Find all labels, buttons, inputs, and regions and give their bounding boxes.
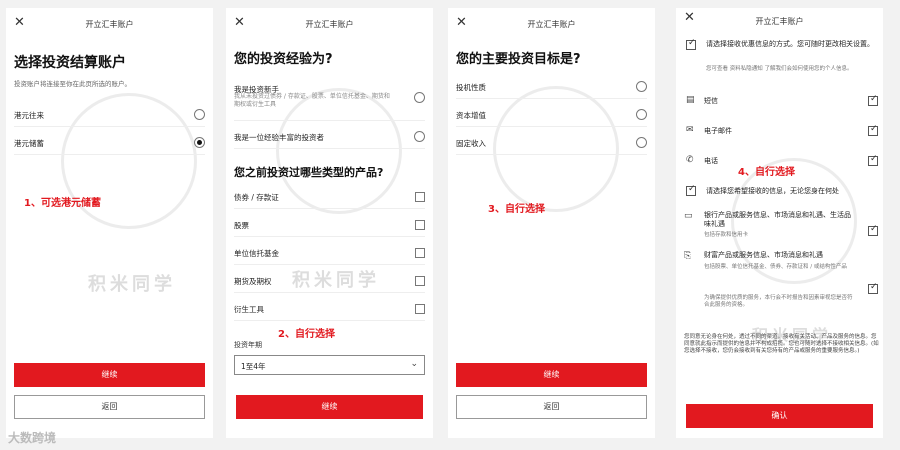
- page-title: 您的投资经验为?: [234, 52, 333, 67]
- panel-header: ✕ 开立汇丰账户: [226, 8, 433, 38]
- option-label: 港元储蓄: [14, 139, 44, 148]
- header-title: 开立汇丰账户: [527, 20, 576, 29]
- bank-icon: ▭: [684, 211, 693, 221]
- privacy-note: 您可查看 资料私隐通知 了解我们会如何使用您的个人信息。: [706, 66, 853, 72]
- checkbox[interactable]: [415, 276, 425, 286]
- channel-label: 电子邮件: [704, 127, 732, 135]
- product-derivatives[interactable]: 衍生工具: [234, 298, 425, 321]
- checkbox-receive-offers[interactable]: [686, 38, 696, 50]
- years-select[interactable]: 1至4年 ⌄: [234, 355, 425, 375]
- info-scope-label: 请选择您希望接收的信息，无论您身在何处: [706, 187, 839, 195]
- product-label: 衍生工具: [234, 305, 264, 314]
- back-button[interactable]: 返回: [456, 395, 647, 419]
- section-title: 您之前投资过哪些类型的产品?: [234, 166, 384, 179]
- option-hkd-savings[interactable]: 港元储蓄: [14, 132, 205, 155]
- radio-button[interactable]: [414, 131, 425, 142]
- checkbox[interactable]: [415, 220, 425, 230]
- option-label: 港元往来: [14, 111, 44, 120]
- eligibility-note: 为确保提供优质的服务，本行会不时报告和因素审视您是否符合此服务的资格。: [704, 295, 853, 308]
- back-button[interactable]: 返回: [14, 395, 205, 419]
- goal-label: 固定收入: [456, 139, 486, 148]
- header-title: 开立汇丰账户: [755, 17, 804, 26]
- product-unit-trusts[interactable]: 单位信托基金: [234, 242, 425, 265]
- panel-header: ✕ 开立汇丰账户: [448, 8, 655, 38]
- radio-button-selected[interactable]: [194, 137, 205, 148]
- radio-button[interactable]: [636, 81, 647, 92]
- confirm-button[interactable]: 确认: [686, 404, 873, 428]
- channel-label: 短信: [704, 97, 718, 105]
- radio-button[interactable]: [414, 92, 425, 103]
- product-futures[interactable]: 期货及期权: [234, 270, 425, 293]
- category-detail: 包括股票、单位信托基金、债券、存款证和 / 或结构性产品: [704, 264, 847, 270]
- option-description: 我从未投资过债券 / 存款证、股票、单位信托基金、期货和期权或衍生工具: [234, 93, 390, 108]
- watermark-text: 积米同学: [88, 274, 176, 295]
- page-subtitle: 投资账户将连接至你在此页所选的账户。: [14, 80, 131, 88]
- option-label: 我是一位经验丰富的投资者: [234, 133, 324, 142]
- email-icon: ✉: [686, 125, 694, 135]
- goal-label: 资本增值: [456, 111, 486, 120]
- panel-investment-experience: ✕ 开立汇丰账户 积米同学 您的投资经验为? 我是投资新手 我从未投资过债券 /…: [226, 8, 433, 438]
- checkbox-info-scope[interactable]: [686, 184, 696, 196]
- panel-investment-goal: ✕ 开立汇丰账户 您的主要投资目标是? 投机性质 资本增值 固定收入 3、自行选…: [448, 8, 655, 438]
- checkbox-banking-products[interactable]: [868, 224, 878, 236]
- chevron-down-icon: ⌄: [410, 359, 418, 369]
- checkbox[interactable]: [415, 304, 425, 314]
- product-label: 债券 / 存款证: [234, 193, 279, 202]
- header-title: 开立汇丰账户: [85, 20, 134, 29]
- panel-header: ✕ 开立汇丰账户: [6, 8, 213, 38]
- checkbox-wealth-products[interactable]: [868, 282, 878, 294]
- goal-capital-growth[interactable]: 资本增值: [456, 104, 647, 127]
- product-bonds[interactable]: 债券 / 存款证: [234, 186, 425, 209]
- select-value: 1至4年: [241, 362, 266, 371]
- years-label: 投资年期: [234, 341, 262, 349]
- goal-fixed-income[interactable]: 固定收入: [456, 132, 647, 155]
- category-title: 财富产品或服务信息、市场消息和礼遇: [704, 251, 823, 259]
- category-detail: 包括存款和信用卡: [704, 232, 749, 238]
- option-hkd-current[interactable]: 港元往来: [14, 104, 205, 127]
- page-title: 您的主要投资目标是?: [456, 52, 581, 67]
- experience-option-novice[interactable]: 我是投资新手 我从未投资过债券 / 存款证、股票、单位信托基金、期货和期权或衍生…: [234, 78, 425, 121]
- checkbox-sms[interactable]: [868, 94, 878, 106]
- checkbox[interactable]: [415, 192, 425, 202]
- brand-watermark: 大数跨境: [8, 431, 57, 445]
- continue-button[interactable]: 继续: [456, 363, 647, 387]
- wealth-icon: ⎘: [684, 251, 692, 261]
- checkbox-email[interactable]: [868, 124, 878, 136]
- annotation-note: 4、自行选择: [738, 167, 795, 178]
- annotation-note: 3、自行选择: [488, 204, 545, 215]
- channel-label: 电话: [704, 157, 718, 165]
- product-stocks[interactable]: 股票: [234, 214, 425, 237]
- page-title: 选择投资结算账户: [14, 55, 126, 71]
- terms-text: 您同意无论身在何处，透过不同的渠道，接收有关活动、产品及服务的信息。您同意就此指…: [684, 334, 879, 354]
- radio-button[interactable]: [636, 137, 647, 148]
- checkbox-phone[interactable]: [868, 154, 878, 166]
- panel-marketing-preferences: ✕ 开立汇丰账户 积米同学 请选择接收优惠信息的方式。您可随时更改相关设置。 您…: [676, 8, 883, 438]
- category-title: 银行产品或服务信息、市场消息和礼遇、生活品味礼遇: [704, 211, 851, 228]
- product-label: 单位信托基金: [234, 249, 279, 258]
- intro-text: 请选择接收优惠信息的方式。您可随时更改相关设置。: [706, 40, 874, 48]
- annotation-note: 1、可选港元储蓄: [24, 198, 101, 209]
- panel-header: ✕ 开立汇丰账户: [676, 8, 883, 38]
- phone-icon: ✆: [686, 155, 694, 165]
- annotation-note: 2、自行选择: [278, 329, 335, 340]
- product-label: 股票: [234, 221, 249, 230]
- continue-button[interactable]: 继续: [236, 395, 423, 419]
- panel-settlement-account: ✕ 开立汇丰账户 积米同学 选择投资结算账户 投资账户将连接至你在此页所选的账户…: [6, 8, 213, 438]
- goal-label: 投机性质: [456, 83, 486, 92]
- continue-button[interactable]: 继续: [14, 363, 205, 387]
- radio-button[interactable]: [636, 109, 647, 120]
- product-label: 期货及期权: [234, 277, 272, 286]
- header-title: 开立汇丰账户: [305, 20, 354, 29]
- radio-button[interactable]: [194, 109, 205, 120]
- goal-speculative[interactable]: 投机性质: [456, 76, 647, 99]
- sms-icon: ▤: [686, 95, 695, 105]
- experience-option-experienced[interactable]: 我是一位经验丰富的投资者: [234, 126, 425, 149]
- checkbox[interactable]: [415, 248, 425, 258]
